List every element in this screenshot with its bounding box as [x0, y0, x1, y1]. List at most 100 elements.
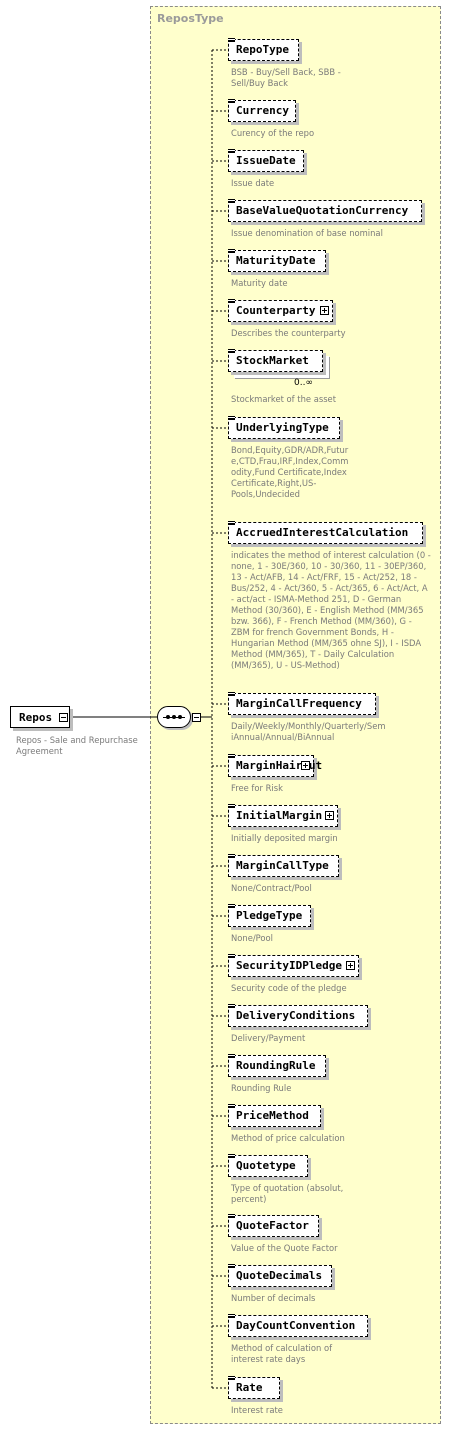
- element-grip-icon: [228, 99, 235, 103]
- element-grip-icon: [228, 1314, 235, 1318]
- element-description: Interest rate: [231, 1405, 283, 1415]
- element-accruedinterestcalculation[interactable]: AccruedInterestCalculation: [228, 521, 423, 544]
- cardinality-label: 0..∞: [294, 378, 313, 388]
- element-label: Counterparty: [236, 304, 316, 317]
- sequence-dot: [178, 715, 182, 719]
- element-description: Number of decimals: [231, 1293, 316, 1303]
- element-label: RepoType: [236, 43, 289, 56]
- type-title: ReposType: [157, 12, 224, 25]
- element-description: Maturity date: [231, 278, 288, 288]
- expand-icon[interactable]: [346, 961, 355, 970]
- element-maturitydate[interactable]: MaturityDate: [228, 249, 326, 272]
- element-label: MaturityDate: [236, 254, 316, 267]
- expand-icon[interactable]: [325, 811, 334, 820]
- element-grip-icon: [228, 804, 235, 808]
- element-grip-icon: [228, 199, 235, 203]
- element-securityidpledge[interactable]: SecurityIDPledge: [228, 954, 359, 977]
- element-description: Method of price calculation: [231, 1133, 345, 1143]
- element-description: Security code of the pledge: [231, 983, 347, 993]
- element-basevaluequotationcurrency[interactable]: BaseValueQuotationCurrency: [228, 199, 422, 222]
- element-grip-icon: [228, 149, 235, 153]
- element-description: Free for Risk: [231, 783, 283, 793]
- element-label: QuoteDecimals: [236, 1269, 323, 1282]
- element-grip-icon: [228, 38, 235, 42]
- element-label: StockMarket: [236, 354, 309, 367]
- element-label: Currency: [236, 104, 289, 117]
- expand-icon[interactable]: [301, 761, 310, 770]
- collapse-icon[interactable]: [59, 713, 68, 722]
- element-grip-icon: [228, 416, 235, 420]
- element-pledgetype[interactable]: PledgeType: [228, 904, 311, 927]
- element-description: Stockmarket of the asset: [231, 394, 336, 404]
- element-label: UnderlyingType: [236, 421, 329, 434]
- element-margincalltype[interactable]: MarginCallType: [228, 854, 339, 877]
- element-grip-icon: [228, 249, 235, 253]
- element-deliveryconditions[interactable]: DeliveryConditions: [228, 1004, 368, 1027]
- element-grip-icon: [228, 1004, 235, 1008]
- root-description: Repos - Sale and Repurchase Agreement: [16, 735, 138, 756]
- element-quotedecimals[interactable]: QuoteDecimals: [228, 1264, 332, 1287]
- element-label: PriceMethod: [236, 1109, 309, 1122]
- element-grip-icon: [228, 1104, 235, 1108]
- element-daycountconvention[interactable]: DayCountConvention: [228, 1314, 368, 1337]
- element-margincallfrequency[interactable]: MarginCallFrequency: [228, 692, 376, 715]
- element-currency[interactable]: Currency: [228, 99, 296, 122]
- element-roundingrule[interactable]: RoundingRule: [228, 1054, 326, 1077]
- element-quotefactor[interactable]: QuoteFactor: [228, 1214, 319, 1237]
- element-label: AccruedInterestCalculation: [236, 526, 409, 539]
- element-grip-icon: [228, 1264, 235, 1268]
- element-grip-icon: [228, 854, 235, 858]
- element-underlyingtype[interactable]: UnderlyingType: [228, 416, 340, 439]
- element-pricemethod[interactable]: PriceMethod: [228, 1104, 321, 1127]
- element-rate[interactable]: Rate: [228, 1376, 280, 1399]
- element-label: InitialMargin: [236, 809, 323, 822]
- element-description: Delivery/Payment: [231, 1033, 306, 1043]
- element-grip-icon: [228, 1214, 235, 1218]
- element-marginhaircut[interactable]: MarginHaircut: [228, 754, 322, 777]
- element-description: BSB - Buy/Sell Back, SBB - Sell/Buy Back: [231, 67, 341, 88]
- element-description: Method of calculation of interest rate d…: [231, 1343, 333, 1364]
- sequence-dot: [172, 715, 176, 719]
- element-description: Issue denomination of base nominal: [231, 228, 383, 238]
- element-repotype[interactable]: RepoType: [228, 38, 299, 61]
- element-label: SecurityIDPledge: [236, 959, 342, 972]
- root-label: Repos: [19, 711, 53, 724]
- element-label: RoundingRule: [236, 1059, 316, 1072]
- element-label: IssueDate: [236, 154, 296, 167]
- element-label: DeliveryConditions: [236, 1009, 356, 1022]
- element-issuedate[interactable]: IssueDate: [228, 149, 304, 172]
- element-label: MarginCallFrequency: [236, 697, 362, 710]
- element-description: Initially deposited margin: [231, 833, 338, 843]
- sequence-compositor[interactable]: [157, 706, 191, 728]
- element-label: QuoteFactor: [236, 1219, 309, 1232]
- element-stockmarket[interactable]: StockMarket: [228, 349, 323, 372]
- element-grip-icon: [228, 299, 235, 303]
- element-description: Type of quotation (absolut, percent): [231, 1183, 344, 1204]
- element-label: MarginCallType: [236, 859, 329, 872]
- element-label: Quotetype: [236, 1159, 296, 1172]
- element-description: Bond,Equity,GDR/ADR,Future,CTD,Frau,IRF,…: [231, 445, 349, 499]
- element-grip-icon: [228, 1376, 235, 1380]
- element-label: Rate: [236, 1381, 263, 1394]
- element-description: Issue date: [231, 178, 275, 188]
- element-grip-icon: [228, 1154, 235, 1158]
- element-grip-icon: [228, 754, 235, 758]
- expand-icon[interactable]: [320, 306, 329, 315]
- root-element-repos[interactable]: Repos: [10, 706, 70, 728]
- element-grip-icon: [228, 349, 235, 353]
- element-description: Rounding Rule: [231, 1083, 292, 1093]
- element-grip-icon: [228, 692, 235, 696]
- element-label: PledgeType: [236, 909, 303, 922]
- element-description: Daily/Weekly/Monthly/Quarterly/SemiAnnua…: [231, 721, 386, 742]
- sequence-dot: [166, 715, 170, 719]
- element-description: None/Contract/Pool: [231, 883, 312, 893]
- element-description: Curency of the repo: [231, 128, 315, 138]
- element-grip-icon: [228, 904, 235, 908]
- element-label: BaseValueQuotationCurrency: [236, 204, 409, 217]
- element-quotetype[interactable]: Quotetype: [228, 1154, 308, 1177]
- sequence-collapse-icon[interactable]: [192, 713, 201, 722]
- element-description: Describes the counterparty: [231, 328, 346, 338]
- element-initialmargin[interactable]: InitialMargin: [228, 804, 338, 827]
- element-description: None/Pool: [231, 933, 273, 943]
- element-counterparty[interactable]: Counterparty: [228, 299, 333, 322]
